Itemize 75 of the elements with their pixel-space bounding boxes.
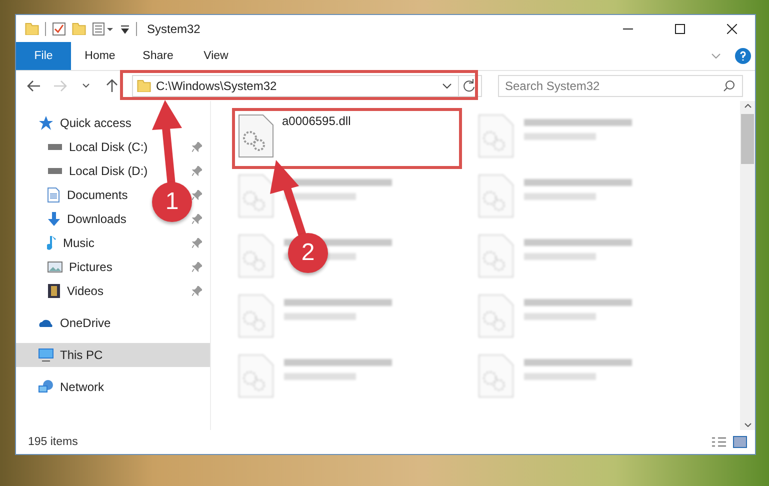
nav-item[interactable]: Local Disk (C:): [47, 137, 148, 157]
chevron-down-icon[interactable]: [442, 83, 452, 89]
ribbon-tab[interactable]: View: [187, 42, 245, 70]
film-icon: [47, 283, 61, 299]
details-view-icon[interactable]: [711, 436, 727, 448]
blurred-text: [284, 313, 356, 320]
folder-icon: [137, 80, 151, 92]
gear-file-icon: [238, 294, 274, 338]
search-icon: [723, 80, 735, 92]
scroll-up-icon[interactable]: [744, 104, 752, 109]
blurred-text: [284, 193, 356, 200]
computer-icon: [38, 348, 54, 362]
nav-item[interactable]: Videos: [47, 281, 104, 301]
star-icon: [38, 115, 54, 131]
scrollbar-thumb[interactable]: [741, 114, 754, 164]
pin-icon[interactable]: [192, 190, 202, 200]
nav-item[interactable]: OneDrive: [38, 313, 111, 333]
properties-icon: [92, 22, 114, 36]
close-icon[interactable]: [727, 24, 737, 34]
maximize-icon[interactable]: [675, 24, 685, 34]
blurred-text: [524, 313, 596, 320]
gear-file-icon: [238, 354, 274, 398]
blurred-text: [524, 133, 596, 140]
blurred-text: [524, 253, 596, 260]
blurred-text: [284, 373, 356, 380]
cloud-icon: [38, 318, 54, 328]
gear-file-icon: [238, 114, 274, 158]
ribbon-tab[interactable]: File: [16, 42, 71, 70]
drive-icon: [47, 167, 63, 175]
pin-icon[interactable]: [192, 214, 202, 224]
network-icon: [38, 380, 54, 394]
blurred-text: [524, 193, 596, 200]
chevron-down-icon[interactable]: [82, 83, 90, 89]
picture-icon: [47, 261, 63, 273]
nav-item[interactable]: Downloads: [47, 209, 126, 229]
nav-item[interactable]: Documents: [47, 185, 128, 205]
gear-file-icon: [238, 234, 274, 278]
document-icon: [47, 187, 61, 203]
search-field[interactable]: Search System32: [498, 75, 743, 97]
gear-file-icon: [478, 234, 514, 278]
nav-item[interactable]: This PC: [38, 345, 103, 365]
pin-icon[interactable]: [192, 286, 202, 296]
ribbon-tab[interactable]: Share: [129, 42, 187, 70]
download-icon: [47, 211, 61, 227]
ribbon-tab[interactable]: Home: [71, 42, 129, 70]
dropdown-icon[interactable]: [120, 24, 130, 34]
nav-item[interactable]: Local Disk (D:): [47, 161, 148, 181]
nav-item[interactable]: Music: [47, 233, 94, 253]
nav-item[interactable]: Pictures: [47, 257, 112, 277]
new-folder-icon: [72, 22, 86, 34]
music-note-icon: [47, 235, 57, 251]
nav-item[interactable]: Quick access: [38, 113, 132, 133]
address-field[interactable]: C:\Windows\System32: [132, 75, 482, 97]
gear-file-icon: [478, 354, 514, 398]
file-item[interactable]: a0006595.dll: [238, 114, 351, 158]
blurred-text: [524, 373, 596, 380]
large-icons-view-icon[interactable]: [733, 436, 747, 448]
folder-icon: [25, 22, 39, 34]
scroll-down-icon[interactable]: [744, 422, 752, 427]
gear-file-icon: [478, 294, 514, 338]
window-title: System32: [147, 22, 202, 36]
item-count: 195 items: [28, 436, 79, 448]
help-icon[interactable]: [735, 48, 751, 64]
checklist-icon: [52, 22, 66, 36]
gear-file-icon: [478, 114, 514, 158]
drive-icon: [47, 143, 63, 151]
pin-icon[interactable]: [192, 238, 202, 248]
nav-item[interactable]: Network: [38, 377, 104, 397]
pin-icon[interactable]: [192, 142, 202, 152]
minimize-icon[interactable]: [623, 28, 633, 30]
gear-file-icon: [478, 174, 514, 218]
pin-icon[interactable]: [192, 262, 202, 272]
pin-icon[interactable]: [192, 166, 202, 176]
gear-file-icon: [238, 174, 274, 218]
scrollbar[interactable]: [740, 101, 755, 430]
